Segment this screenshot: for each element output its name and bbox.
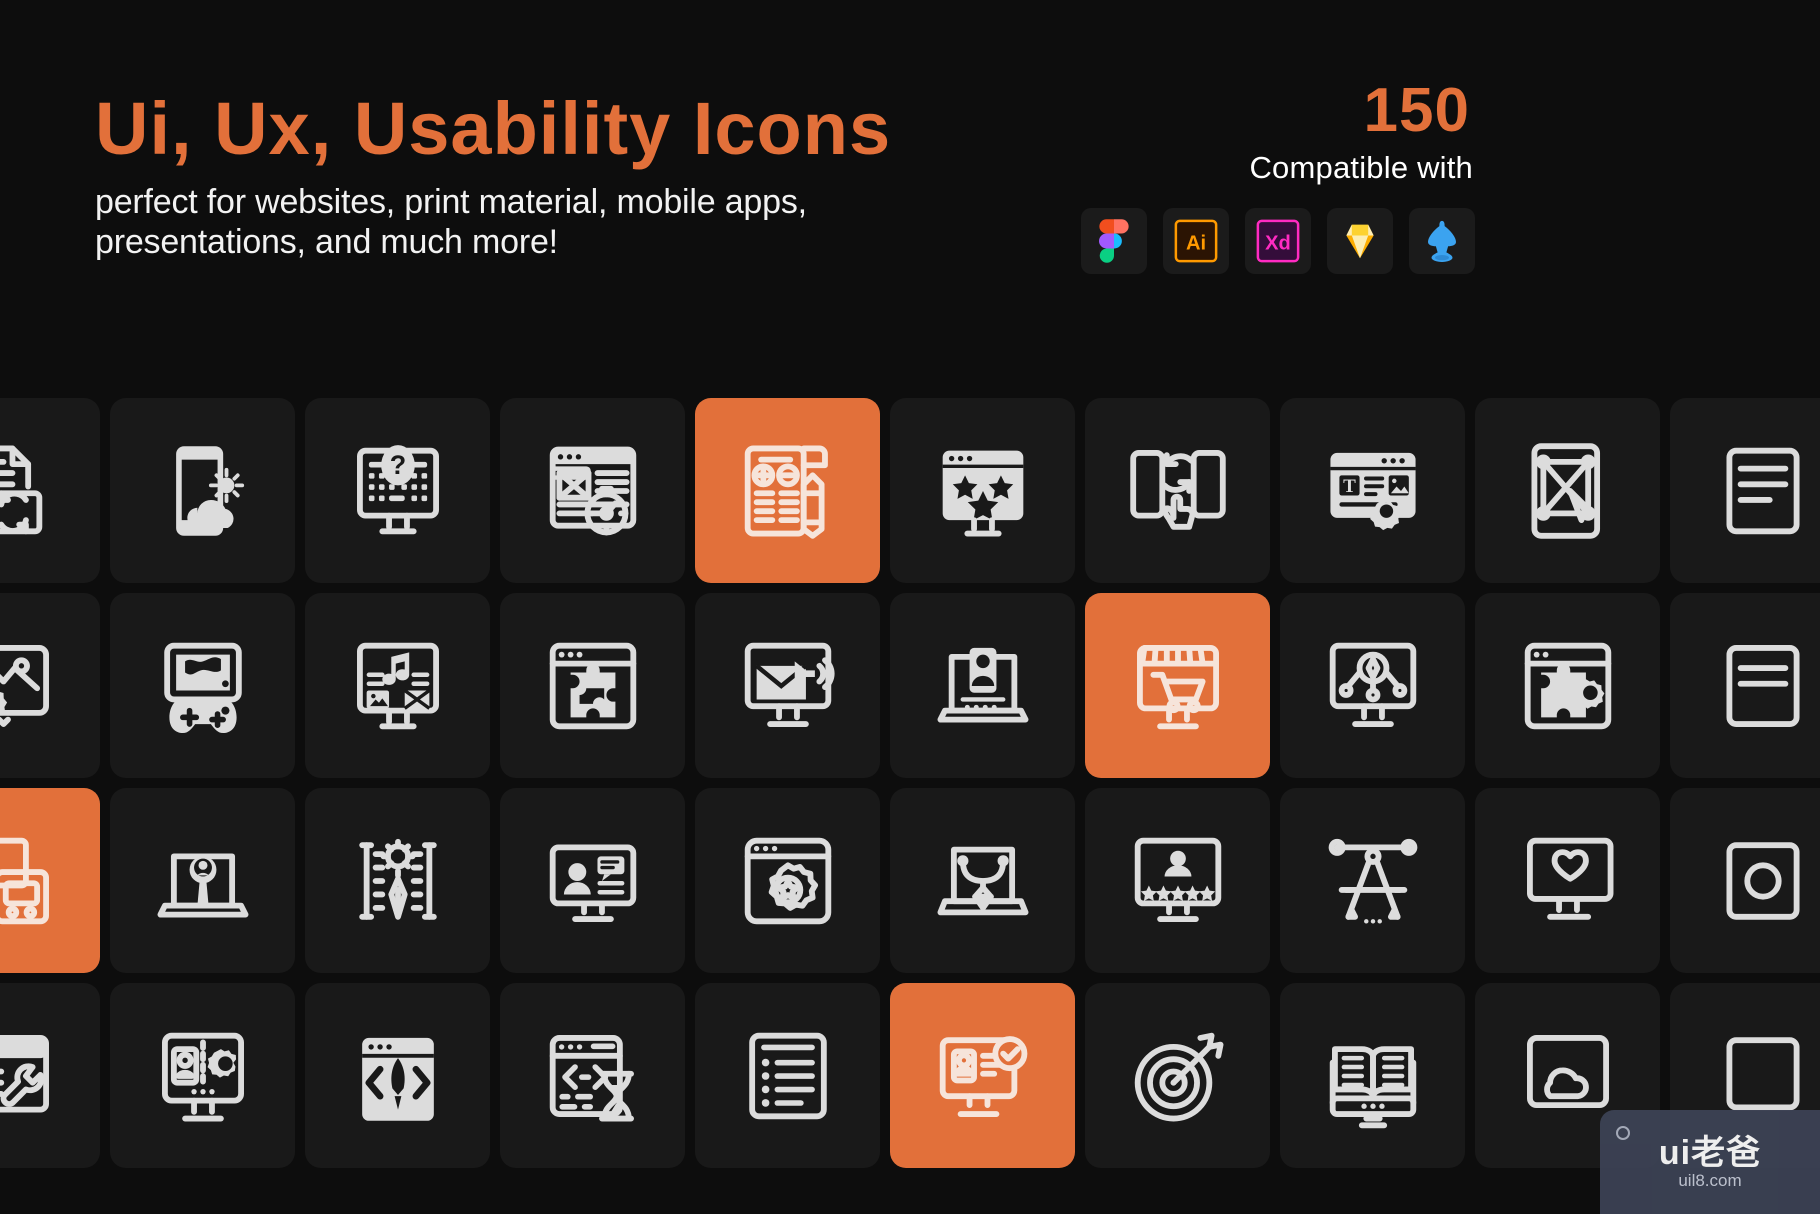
poster-canvas: Ui, Ux, Usability Icons perfect for webs… xyxy=(0,0,1820,1214)
watermark-url: uil8.com xyxy=(1678,1170,1742,1190)
tile-code-rocket-launch-icon[interactable] xyxy=(305,983,490,1168)
illustrator-icon[interactable]: Ai xyxy=(1163,208,1229,274)
tile-target-arrow-goal-icon[interactable] xyxy=(1085,983,1270,1168)
icon-grid-row xyxy=(0,593,1820,788)
tile-laptop-user-profile-icon[interactable] xyxy=(890,593,1075,778)
svg-text:Xd: Xd xyxy=(1265,233,1291,255)
page-title: Ui, Ux, Usability Icons xyxy=(95,87,892,170)
tile-text-image-settings-icon[interactable]: T xyxy=(1280,398,1465,583)
tile-user-rating-stars-icon[interactable] xyxy=(1085,788,1270,973)
compatible-apps-row: Ai Xd xyxy=(1081,208,1475,274)
tile-grid-overflow[interactable] xyxy=(1670,593,1820,778)
tile-grid-overflow[interactable] xyxy=(1670,398,1820,583)
tile-wireframe-speed-icon[interactable] xyxy=(500,398,685,583)
tile-desktop-help-faq-icon[interactable]: ? xyxy=(305,398,490,583)
watermark: ui老爸 uil8.com xyxy=(1600,1110,1820,1214)
icon-grid: ? T xyxy=(0,398,1820,1178)
inkscape-icon[interactable] xyxy=(1409,208,1475,274)
tile-content-edit-pencil-icon[interactable] xyxy=(695,398,880,583)
icon-count-badge: 150 xyxy=(1363,76,1470,145)
tile-laptop-pen-tool-icon[interactable] xyxy=(890,788,1075,973)
icon-grid-row xyxy=(0,983,1820,1178)
figma-icon[interactable] xyxy=(1081,208,1147,274)
tile-video-chat-user-icon[interactable] xyxy=(500,788,685,973)
tile-mobile-weather-icon[interactable] xyxy=(110,398,295,583)
svg-text:T: T xyxy=(1343,476,1356,497)
tile-ecommerce-shop-cart-icon[interactable] xyxy=(1085,593,1270,778)
tile-desktop-email-sound-icon[interactable] xyxy=(695,593,880,778)
tile-user-verified-check-icon[interactable] xyxy=(890,983,1075,1168)
header: Ui, Ux, Usability Icons perfect for webs… xyxy=(0,0,1820,330)
tile-list-bullet-content-icon[interactable] xyxy=(695,983,880,1168)
xd-icon[interactable]: Xd xyxy=(1245,208,1311,274)
tile-browser-wrench-tools-icon[interactable] xyxy=(0,983,100,1168)
tile-grid-overflow[interactable] xyxy=(1670,788,1820,973)
tile-responsive-devices-icon[interactable] xyxy=(0,788,100,973)
tile-mobile-vector-edit-icon[interactable] xyxy=(1475,398,1660,583)
tile-desktop-favorite-heart-icon[interactable] xyxy=(1475,788,1660,973)
tile-design-tools-settings-icon[interactable] xyxy=(305,788,490,973)
sketch-icon[interactable] xyxy=(1327,208,1393,274)
page-subtitle: perfect for websites, print material, mo… xyxy=(95,183,807,262)
icon-grid-row: ? T xyxy=(0,398,1820,593)
tile-open-book-reading-icon[interactable] xyxy=(1280,983,1465,1168)
tile-desktop-network-node-icon[interactable] xyxy=(1280,593,1465,778)
tile-browser-puzzle-plugin-icon[interactable] xyxy=(500,593,685,778)
tile-browser-favorites-stars-icon[interactable] xyxy=(890,398,1075,583)
tile-game-controller-icon[interactable] xyxy=(110,593,295,778)
tile-browser-puzzle-settings-icon[interactable] xyxy=(1475,593,1660,778)
tile-document-sync-icon[interactable] xyxy=(0,398,100,583)
tile-browser-settings-gear-icon[interactable] xyxy=(0,593,100,778)
icon-grid-row xyxy=(0,788,1820,983)
tile-responsive-tap-sync-icon[interactable] xyxy=(1085,398,1270,583)
svg-text:?: ? xyxy=(389,450,405,480)
tile-code-hourglass-loading-icon[interactable] xyxy=(500,983,685,1168)
svg-text:Ai: Ai xyxy=(1186,233,1206,255)
tile-compass-drafting-icon[interactable] xyxy=(1280,788,1465,973)
tile-media-music-gallery-icon[interactable] xyxy=(305,593,490,778)
watermark-brand: ui老爸 xyxy=(1658,1133,1762,1172)
tile-user-profile-settings-icon[interactable] xyxy=(110,983,295,1168)
tile-laptop-user-search-icon[interactable] xyxy=(110,788,295,973)
compatible-with-label: Compatible with xyxy=(1249,150,1473,185)
watermark-dot-icon xyxy=(1616,1126,1630,1140)
tile-browser-gear-star-icon[interactable] xyxy=(695,788,880,973)
